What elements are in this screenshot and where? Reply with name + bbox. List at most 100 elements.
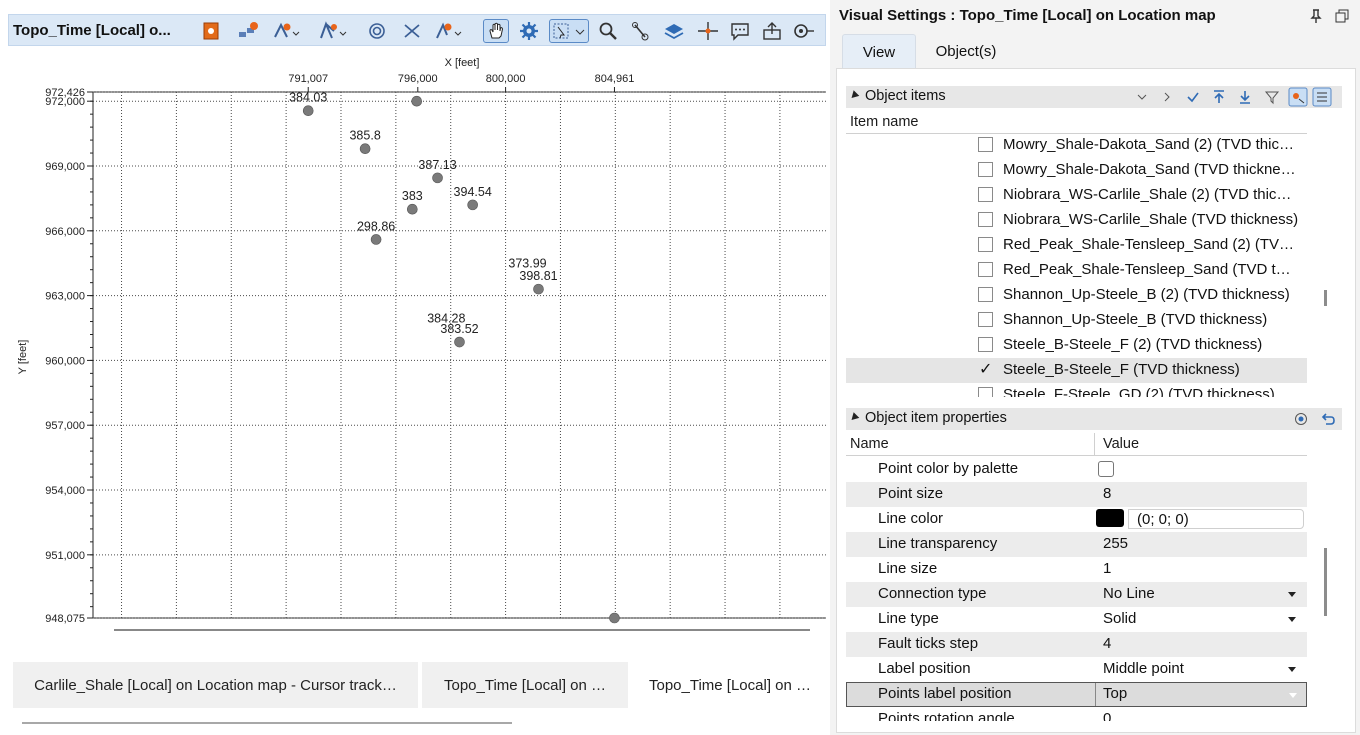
list-item[interactable]: Mowry_Shale-Dakota_Sand (2) (TVD thic…: [846, 133, 1307, 158]
item-checkbox[interactable]: [978, 162, 993, 177]
bottom-tab-topo-2[interactable]: Topo_Time [Local] on …: [632, 662, 828, 708]
tab-objects[interactable]: Object(s): [926, 34, 1006, 68]
object-items-header[interactable]: Object items: [846, 86, 1342, 108]
line-color-field[interactable]: (0; 0; 0): [1128, 509, 1304, 529]
undo-icon[interactable]: [1320, 411, 1336, 427]
object-items-list[interactable]: Mowry_Shale-Dakota_Sand (2) (TVD thic… M…: [846, 133, 1307, 397]
item-checkbox[interactable]: [978, 262, 993, 277]
data-point[interactable]: [359, 143, 371, 155]
item-checkbox[interactable]: [978, 237, 993, 252]
collapse-icon[interactable]: [848, 412, 860, 423]
item-checkbox[interactable]: [978, 212, 993, 227]
y-tick-label: 960,000: [45, 355, 85, 367]
restore-icon[interactable]: [1334, 8, 1350, 24]
item-checkbox[interactable]: [978, 287, 993, 302]
data-label: 398.81: [519, 269, 557, 283]
filter-icon[interactable]: [1264, 89, 1280, 105]
data-point[interactable]: [411, 95, 423, 107]
pan-hand-icon[interactable]: [483, 19, 509, 43]
move-bottom-icon[interactable]: [1238, 89, 1252, 105]
export-icon[interactable]: [759, 19, 785, 43]
tab-view[interactable]: View: [842, 34, 916, 69]
list-item-selected[interactable]: ✓ Steele_B-Steele_F (TVD thickness): [846, 358, 1307, 383]
dropdown-arrow-icon[interactable]: [1288, 617, 1296, 622]
object-properties-grid[interactable]: Point color by palette Point size 8 Line …: [846, 457, 1307, 721]
data-point[interactable]: [302, 105, 314, 117]
items-scrollbar[interactable]: [1324, 290, 1327, 306]
point-color-by-palette-checkbox[interactable]: [1098, 461, 1114, 477]
item-checkbox[interactable]: [978, 387, 993, 397]
comment-icon[interactable]: [727, 19, 753, 43]
measure-icon[interactable]: [628, 19, 654, 43]
data-point[interactable]: [370, 234, 382, 245]
property-row[interactable]: Point size 8: [846, 482, 1307, 507]
layer-filter-icon[interactable]: [235, 19, 261, 43]
contour-icon[interactable]: [364, 19, 390, 43]
polygon-dropdown-icon[interactable]: [316, 19, 350, 43]
list-item[interactable]: Niobrara_WS-Carlile_Shale (TVD thickness…: [846, 208, 1307, 233]
property-row[interactable]: Line transparency 255: [846, 532, 1307, 557]
select-dropdown-icon[interactable]: [549, 19, 589, 43]
list-item[interactable]: Red_Peak_Shale-Tensleep_Sand (TVD t…: [846, 258, 1307, 283]
item-checkbox[interactable]: [978, 337, 993, 352]
dropdown-arrow-icon[interactable]: [1288, 592, 1296, 597]
tick-layer: 972,426972,000969,000966,000963,000960,0…: [45, 73, 634, 625]
checkmark-icon[interactable]: ✓: [979, 359, 992, 379]
property-row-selected[interactable]: Points label position Top: [846, 682, 1307, 707]
collapse-icon[interactable]: [848, 90, 860, 101]
properties-scrollbar[interactable]: [1324, 548, 1327, 616]
bottom-tab-topo-1[interactable]: Topo_Time [Local] on …: [422, 662, 628, 708]
color-palette-icon[interactable]: [198, 19, 224, 43]
target-icon[interactable]: [1294, 412, 1308, 426]
property-row[interactable]: Point color by palette: [846, 457, 1307, 482]
pin-icon[interactable]: [1308, 8, 1324, 24]
y-tick-label: 951,000: [45, 550, 85, 562]
list-item[interactable]: Mowry_Shale-Dakota_Sand (TVD thickne…: [846, 158, 1307, 183]
y-tick-label: 972,000: [45, 96, 85, 108]
property-row[interactable]: Line type Solid: [846, 607, 1307, 632]
fault-edit-icon[interactable]: [399, 19, 425, 43]
pick-dropdown-icon[interactable]: [431, 19, 465, 43]
property-row[interactable]: Fault ticks step 4: [846, 632, 1307, 657]
chevron-right-icon[interactable]: [1161, 90, 1173, 104]
data-label: 383: [402, 189, 423, 203]
dropdown-arrow-icon[interactable]: [1288, 667, 1296, 672]
gear-icon[interactable]: [516, 19, 542, 43]
move-top-icon[interactable]: [1212, 89, 1226, 105]
map-view-toggle-icon[interactable]: [1288, 87, 1308, 107]
data-point[interactable]: [432, 172, 443, 184]
list-item[interactable]: Steele_B-Steele_F (2) (TVD thickness): [846, 333, 1307, 358]
layers-icon[interactable]: [661, 19, 687, 43]
property-row[interactable]: Label position Middle point: [846, 657, 1307, 682]
list-item[interactable]: Steele_F-Steele_GD (2) (TVD thickness): [846, 383, 1307, 397]
horizontal-scrollbar[interactable]: [22, 722, 512, 724]
item-checkbox[interactable]: [978, 137, 993, 152]
item-checkbox[interactable]: [978, 187, 993, 202]
list-view-toggle-icon[interactable]: [1312, 87, 1332, 107]
chevron-down-icon[interactable]: [1136, 90, 1148, 104]
dropdown-arrow-icon[interactable]: [1289, 693, 1297, 698]
item-checkbox[interactable]: [978, 312, 993, 327]
list-item[interactable]: Shannon_Up-Steele_B (TVD thickness): [846, 308, 1307, 333]
property-row[interactable]: Line size 1: [846, 557, 1307, 582]
data-point[interactable]: [609, 612, 620, 624]
data-point[interactable]: [454, 336, 465, 348]
map-plot[interactable]: X [feet] Y [feet] 972,426972,000969,0009…: [0, 52, 828, 652]
bottom-tab-carlile[interactable]: Carlile_Shale [Local] on Location map - …: [13, 662, 418, 708]
zoom-icon[interactable]: [595, 19, 621, 43]
object-properties-header[interactable]: Object item properties: [846, 408, 1342, 430]
data-point[interactable]: [533, 283, 544, 295]
property-row[interactable]: Connection type No Line: [846, 582, 1307, 607]
data-point[interactable]: [467, 199, 478, 211]
check-all-icon[interactable]: [1186, 90, 1200, 104]
list-item[interactable]: Shannon_Up-Steele_B (2) (TVD thickness): [846, 283, 1307, 308]
crosshair-icon[interactable]: [695, 19, 721, 43]
property-row[interactable]: Points rotation angle 0: [846, 707, 1307, 721]
list-item[interactable]: Niobrara_WS-Carlile_Shale (2) (TVD thic…: [846, 183, 1307, 208]
track-icon[interactable]: [791, 19, 817, 43]
data-point[interactable]: [407, 203, 418, 215]
property-row[interactable]: Line color (0; 0; 0): [846, 507, 1307, 532]
line-color-swatch[interactable]: [1096, 509, 1124, 527]
list-item[interactable]: Red_Peak_Shale-Tensleep_Sand (2) (TV…: [846, 233, 1307, 258]
settings-dropdown-icon[interactable]: [269, 19, 303, 43]
